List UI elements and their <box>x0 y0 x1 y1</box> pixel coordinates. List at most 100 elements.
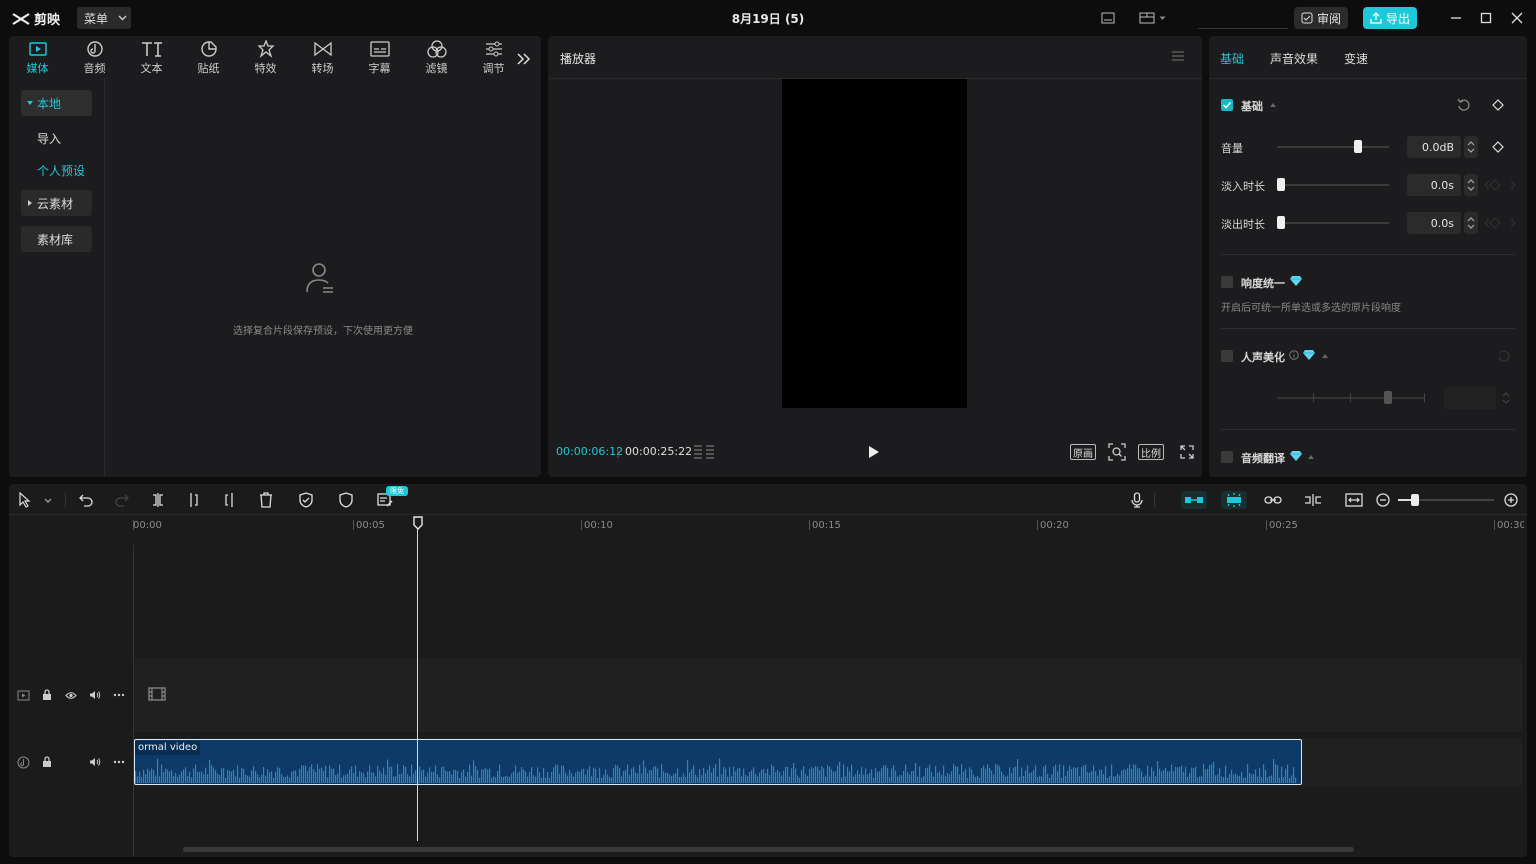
tab-label: 转场 <box>311 62 334 75</box>
playhead-line[interactable] <box>417 523 418 841</box>
fit-timeline-button[interactable] <box>1345 491 1363 509</box>
video-preview[interactable] <box>782 79 967 408</box>
ruler-label: 00:00 <box>133 520 162 531</box>
sidebar-item-cloud[interactable]: 云素材 <box>21 190 92 216</box>
loudness-title: 响度统一 <box>1241 277 1285 290</box>
fadeout-slider-track[interactable] <box>1277 222 1389 224</box>
record-audio-button[interactable] <box>1128 491 1146 509</box>
current-time: 00:00:06:12 <box>556 445 624 458</box>
auto-snap-button[interactable] <box>1221 491 1247 509</box>
tab-sticker[interactable]: 贴纸 <box>180 36 237 78</box>
volume-slider-track[interactable] <box>1277 146 1389 148</box>
tab-sound-effects[interactable]: 声音效果 <box>1270 50 1318 67</box>
freeze-button[interactable] <box>337 491 355 509</box>
tab-basic[interactable]: 基础 <box>1220 50 1244 67</box>
tab-adjust[interactable]: 调节 <box>465 36 522 78</box>
tab-text[interactable]: 文本 <box>123 36 180 78</box>
layout-toggle-button[interactable] <box>1098 7 1118 29</box>
select-tool-dropdown[interactable] <box>39 491 57 509</box>
tab-effects[interactable]: 特效 <box>237 36 294 78</box>
aspect-ratio-button[interactable]: 比例 <box>1138 444 1164 460</box>
fullscreen-button[interactable] <box>1180 445 1194 459</box>
delete-button[interactable] <box>257 491 275 509</box>
play-button[interactable] <box>868 445 880 459</box>
trim-right-button[interactable] <box>220 491 238 509</box>
fadein-slider-track[interactable] <box>1277 184 1389 186</box>
chevron-down-icon <box>1159 16 1165 20</box>
fadeout-slider-knob[interactable] <box>1277 216 1285 229</box>
sidebar-item-import[interactable]: 导入 <box>21 125 92 151</box>
speaker-icon[interactable] <box>88 688 102 702</box>
sidebar-item-library[interactable]: 素材库 <box>21 226 92 252</box>
review-button[interactable]: 审阅 <box>1294 7 1348 29</box>
eye-icon[interactable] <box>64 688 78 702</box>
close-button[interactable] <box>1507 7 1527 29</box>
collapse-caret-icon[interactable] <box>1308 455 1314 459</box>
trim-left-button[interactable] <box>185 491 203 509</box>
fadeout-value-field[interactable]: 0.0s <box>1407 212 1461 234</box>
media-icon <box>28 42 47 56</box>
collapse-caret-icon[interactable] <box>1322 354 1328 358</box>
lock-icon[interactable] <box>40 755 54 769</box>
zoom-fit-button[interactable] <box>1108 443 1126 461</box>
volume-stepper[interactable] <box>1464 136 1478 158</box>
lock-icon[interactable] <box>40 688 54 702</box>
audio-translate-checkbox[interactable] <box>1221 451 1233 463</box>
tab-speed[interactable]: 变速 <box>1344 50 1368 67</box>
loudness-checkbox[interactable] <box>1221 276 1233 288</box>
minimize-button[interactable] <box>1446 7 1466 29</box>
add-video-placeholder[interactable] <box>148 687 166 701</box>
project-field[interactable] <box>1198 7 1288 29</box>
main-video-track[interactable] <box>134 658 1522 732</box>
voice-beautify-checkbox[interactable] <box>1221 350 1233 362</box>
timecode-grid-button[interactable] <box>693 444 715 460</box>
tab-subtitle[interactable]: 字幕 <box>351 36 408 78</box>
tab-media[interactable]: 媒体 <box>9 36 66 78</box>
undo-button[interactable] <box>77 491 95 509</box>
export-label: 导出 <box>1385 11 1410 26</box>
redo-button[interactable] <box>113 491 131 509</box>
maximize-button[interactable] <box>1476 7 1496 29</box>
volume-keyframe-button[interactable] <box>1492 141 1504 153</box>
audio-clip[interactable]: ormal video <box>134 739 1302 785</box>
link-button[interactable] <box>1264 491 1282 509</box>
layout-menu-button[interactable] <box>1134 7 1170 29</box>
mark-button[interactable] <box>297 491 315 509</box>
microphone-icon <box>1131 492 1143 508</box>
more-tabs-button[interactable] <box>516 52 532 66</box>
volume-slider-knob[interactable] <box>1354 140 1362 153</box>
select-tool-button[interactable] <box>16 491 34 509</box>
split-button[interactable] <box>149 491 167 509</box>
timeline-scrollbar[interactable] <box>183 847 1354 852</box>
slider-tick <box>1424 393 1425 402</box>
fadein-stepper[interactable] <box>1464 174 1478 196</box>
fadein-value-field[interactable]: 0.0s <box>1407 174 1461 196</box>
main-track-magnet-button[interactable] <box>1181 491 1207 509</box>
zoom-out-button[interactable] <box>1374 491 1392 509</box>
playhead-handle[interactable] <box>413 516 423 530</box>
volume-value-field[interactable]: 0.0dB <box>1407 136 1461 158</box>
tab-filter[interactable]: 滤镜 <box>408 36 465 78</box>
reset-button[interactable] <box>1457 98 1471 112</box>
export-button[interactable]: 导出 <box>1363 7 1417 29</box>
player-menu-button[interactable] <box>1171 50 1185 62</box>
menu-button[interactable]: 菜单 <box>77 7 131 29</box>
collapse-caret-icon[interactable] <box>1270 103 1276 107</box>
preview-axis-button[interactable] <box>1304 491 1322 509</box>
original-quality-button[interactable]: 原画 <box>1070 444 1096 460</box>
tab-transition[interactable]: 转场 <box>294 36 351 78</box>
more-options-icon[interactable] <box>112 755 126 769</box>
keyframe-button[interactable] <box>1492 99 1504 111</box>
zoom-in-button[interactable] <box>1502 491 1520 509</box>
tab-audio[interactable]: 音频 <box>66 36 123 78</box>
fadeout-stepper[interactable] <box>1464 212 1478 234</box>
sidebar-item-presets[interactable]: 个人预设 <box>21 157 92 183</box>
diamond-vip-icon <box>1290 276 1302 286</box>
more-options-icon[interactable] <box>112 688 126 702</box>
fadein-slider-knob[interactable] <box>1277 178 1285 191</box>
info-icon[interactable] <box>1289 350 1299 360</box>
sidebar-item-local[interactable]: 本地 <box>21 90 92 116</box>
zoom-slider-knob[interactable] <box>1411 494 1419 506</box>
basic-checkbox[interactable] <box>1221 99 1233 111</box>
speaker-icon[interactable] <box>88 755 102 769</box>
